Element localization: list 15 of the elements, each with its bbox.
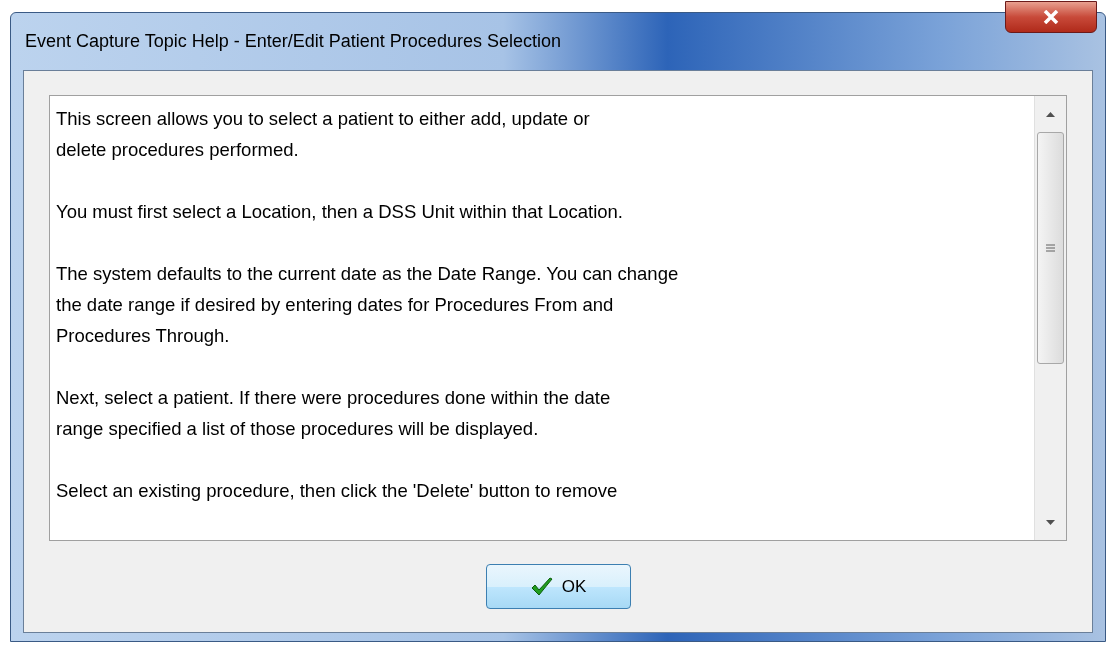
help-paragraph: The system defaults to the current date as the Date Range. You can change the date range if desired by entering dates for Procedures From and Procedures Through. [56, 262, 680, 348]
vertical-scrollbar[interactable] [1034, 96, 1066, 540]
help-paragraph: Next, select a patient. If there were procedures done within the date range specified a list of those procedures will be displayed. [56, 386, 612, 441]
ok-button[interactable]: OK [485, 564, 631, 609]
scroll-thumb[interactable] [1037, 132, 1064, 364]
help-paragraph: This screen allows you to select a patient to either add, update or delete procedures performed. [56, 107, 591, 162]
window-title: Event Capture Topic Help - Enter/Edit Patient Procedures Selection [24, 30, 561, 53]
close-button[interactable] [1005, 1, 1097, 33]
scroll-up-icon[interactable] [1046, 111, 1055, 117]
close-icon [1043, 10, 1059, 24]
help-paragraph: Select an existing procedure, then click the 'Delete' button to remove [56, 479, 619, 503]
checkmark-icon [529, 575, 554, 598]
help-paragraph: You must first select a Location, then a DSS Unit within that Location. [56, 200, 624, 224]
grip-icon [1046, 244, 1055, 252]
scroll-down-icon[interactable] [1046, 519, 1055, 525]
